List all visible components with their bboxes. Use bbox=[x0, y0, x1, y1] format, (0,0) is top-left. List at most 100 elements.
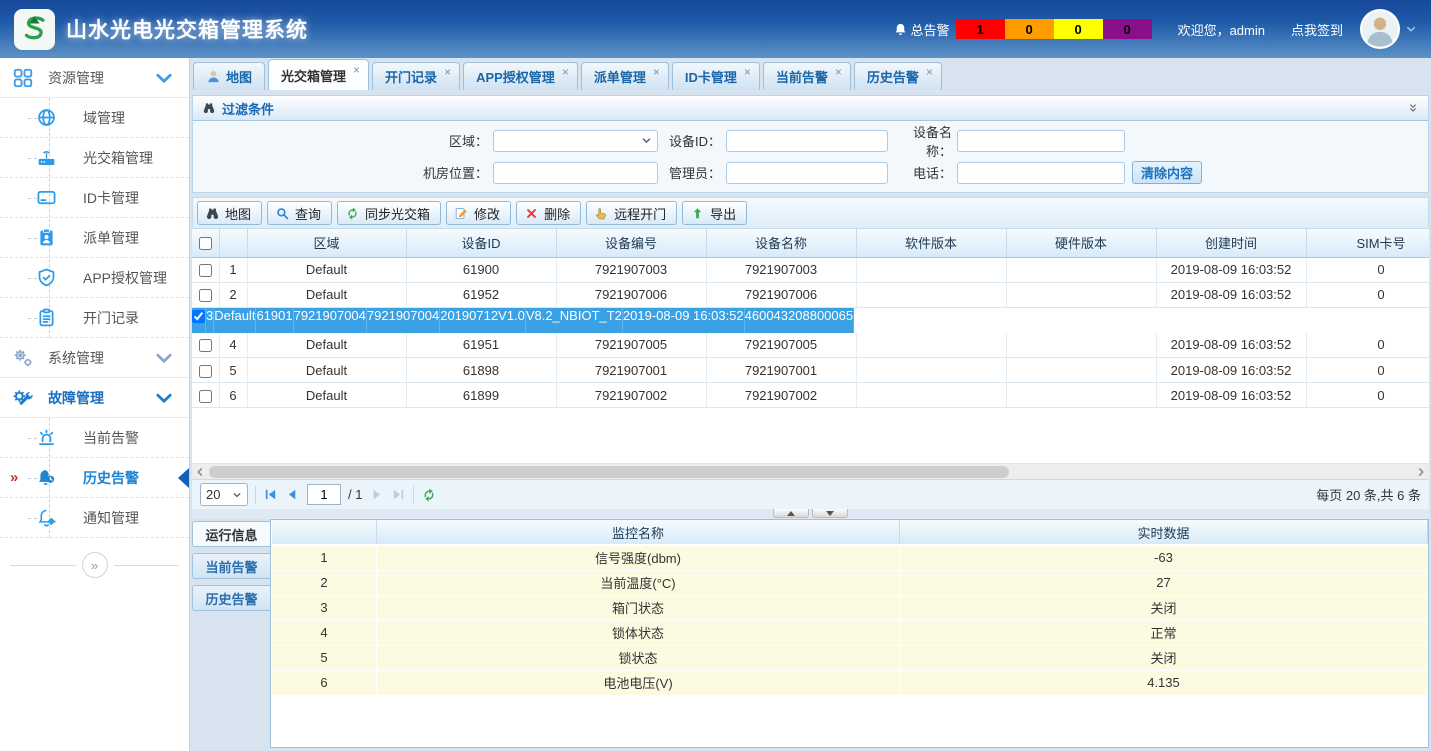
column-header[interactable]: 区域 bbox=[247, 229, 406, 257]
sidebar-group: 故障管理当前告警»历史告警通知管理 bbox=[0, 378, 189, 538]
table-cell: 2019-08-09 16:03:52 bbox=[1156, 282, 1306, 307]
page-number-input[interactable] bbox=[307, 484, 341, 505]
column-header[interactable]: SIM卡号 bbox=[1306, 229, 1429, 257]
table-cell bbox=[856, 257, 1006, 282]
active-marker-icon: » bbox=[10, 469, 18, 486]
refresh-button[interactable] bbox=[421, 487, 437, 503]
table-header-row: 区域设备ID设备编号设备名称软件版本硬件版本创建时间SIM卡号 bbox=[192, 229, 1429, 257]
next-page-button[interactable] bbox=[369, 487, 384, 502]
sync-cabinet-button[interactable]: 同步光交箱 bbox=[337, 201, 441, 225]
tab-app-auth-management[interactable]: APP授权管理× bbox=[463, 62, 578, 90]
tab-close-icon[interactable]: × bbox=[562, 65, 569, 79]
tab-close-icon[interactable]: × bbox=[444, 65, 451, 79]
export-button[interactable]: 导出 bbox=[682, 201, 747, 225]
run-info-tab[interactable]: 运行信息 bbox=[192, 521, 270, 547]
current-alarm-tab[interactable]: 当前告警 bbox=[192, 553, 270, 579]
delete-button[interactable]: 删除 bbox=[516, 201, 581, 225]
tab-close-icon[interactable]: × bbox=[353, 63, 360, 77]
manager-input[interactable] bbox=[726, 162, 888, 184]
filter-form: 区域：设备ID：设备名称：机房位置：管理员：电话：清除内容 bbox=[193, 121, 1428, 192]
table-row[interactable]: 4Default61951792190700579219070052019-08… bbox=[192, 333, 1429, 358]
tab-close-icon[interactable]: × bbox=[926, 65, 933, 79]
column-header[interactable]: 硬件版本 bbox=[1006, 229, 1156, 257]
region-select[interactable] bbox=[493, 130, 658, 152]
map-button[interactable]: 地图 bbox=[197, 201, 262, 225]
device-name-input[interactable] bbox=[957, 130, 1125, 152]
sidebar-item-id-card-management[interactable]: ID卡管理 bbox=[0, 178, 189, 218]
modify-button[interactable]: 修改 bbox=[446, 201, 511, 225]
table-cell: Default bbox=[247, 333, 406, 358]
column-header[interactable]: 设备ID bbox=[406, 229, 556, 257]
prev-page-button[interactable] bbox=[285, 487, 300, 502]
avatar[interactable] bbox=[1359, 8, 1401, 50]
remote-open-icon bbox=[594, 206, 609, 221]
tab-map[interactable]: 地图 bbox=[193, 62, 265, 90]
sidebar-item-dispatch-management[interactable]: 派单管理 bbox=[0, 218, 189, 258]
sidebar-item-notification-management[interactable]: 通知管理 bbox=[0, 498, 189, 538]
tab-cabinet-management[interactable]: 光交箱管理 × bbox=[268, 59, 369, 90]
device-id-input[interactable] bbox=[726, 130, 888, 152]
tab-history-alarm[interactable]: 历史告警× bbox=[854, 62, 942, 90]
last-page-button[interactable] bbox=[391, 487, 406, 502]
history-alarm-tab[interactable]: 历史告警 bbox=[192, 585, 270, 611]
tab-open-door-records[interactable]: 开门记录× bbox=[372, 62, 460, 90]
table-cell: 2019-08-09 16:03:52 bbox=[1156, 358, 1306, 383]
tab-close-icon[interactable]: × bbox=[744, 65, 751, 79]
scroll-left-icon[interactable] bbox=[193, 465, 207, 479]
row-checkbox[interactable] bbox=[192, 310, 205, 323]
scrollbar-thumb[interactable] bbox=[209, 466, 1009, 478]
sidebar-item-current-alarm[interactable]: 当前告警 bbox=[0, 418, 189, 458]
row-checkbox[interactable] bbox=[199, 289, 212, 302]
alarm-badge-major[interactable]: 0 bbox=[1005, 19, 1054, 39]
table-row[interactable]: 2Default61952792190700679219070062019-08… bbox=[192, 282, 1429, 307]
column-header[interactable]: 软件版本 bbox=[856, 229, 1006, 257]
sidebar-item-app-auth-management[interactable]: APP授权管理 bbox=[0, 258, 189, 298]
column-header[interactable]: 创建时间 bbox=[1156, 229, 1306, 257]
column-header[interactable]: 设备编号 bbox=[556, 229, 706, 257]
filter-label: 电话： bbox=[888, 163, 957, 182]
sidebar-section-resource-management[interactable]: 资源管理 bbox=[0, 58, 189, 98]
column-header[interactable]: 设备名称 bbox=[706, 229, 856, 257]
clear-content-button[interactable]: 清除内容 bbox=[1132, 161, 1202, 184]
splitter-collapse-up-handle[interactable] bbox=[773, 509, 809, 518]
table-row[interactable]: 3Default61901792190700479219070042019071… bbox=[192, 308, 854, 333]
remote-open-button[interactable]: 远程开门 bbox=[586, 201, 677, 225]
query-button[interactable]: 查询 bbox=[267, 201, 332, 225]
alarm-badge-minor[interactable]: 0 bbox=[1054, 19, 1103, 39]
signin-link[interactable]: 点我签到 bbox=[1291, 20, 1343, 39]
tab-current-alarm[interactable]: 当前告警× bbox=[763, 62, 851, 90]
sidebar-item-domain-management[interactable]: 域管理 bbox=[0, 98, 189, 138]
phone-input[interactable] bbox=[957, 162, 1125, 184]
row-checkbox[interactable] bbox=[199, 365, 212, 378]
sidebar-item-open-door-records[interactable]: 开门记录 bbox=[0, 298, 189, 338]
table-row[interactable]: 5Default61898792190700179219070012019-08… bbox=[192, 358, 1429, 383]
splitter-collapse-down-handle[interactable] bbox=[812, 509, 848, 518]
alarm-badge-warning[interactable]: 0 bbox=[1103, 19, 1152, 39]
tab-id-card-management[interactable]: ID卡管理× bbox=[672, 62, 760, 90]
row-checkbox[interactable] bbox=[199, 339, 212, 352]
room-location-input[interactable] bbox=[493, 162, 658, 184]
horizontal-scrollbar[interactable] bbox=[192, 463, 1429, 479]
tab-close-icon[interactable]: × bbox=[835, 65, 842, 79]
avatar-chevron-down-icon[interactable] bbox=[1405, 23, 1417, 35]
page-size-select[interactable]: 20 bbox=[200, 483, 248, 506]
sidebar-item-cabinet-management[interactable]: 光交箱管理 bbox=[0, 138, 189, 178]
scroll-right-icon[interactable] bbox=[1414, 465, 1428, 479]
row-checkbox[interactable] bbox=[199, 390, 212, 403]
first-page-button[interactable] bbox=[263, 487, 278, 502]
tab-close-icon[interactable]: × bbox=[653, 65, 660, 79]
select-all-checkbox[interactable] bbox=[199, 237, 212, 250]
alarm-badge-critical[interactable]: 1 bbox=[956, 19, 1005, 39]
sidebar-section-fault-management[interactable]: 故障管理 bbox=[0, 378, 189, 418]
sidebar-item-history-alarm[interactable]: »历史告警 bbox=[0, 458, 189, 498]
table-row[interactable]: 6Default61899792190700279219070022019-08… bbox=[192, 383, 1429, 408]
table-cell: 7921907006 bbox=[556, 282, 706, 307]
filter-collapse-icon[interactable] bbox=[1407, 102, 1419, 114]
tab-label: 光交箱管理 bbox=[281, 66, 346, 85]
sidebar-collapse-button[interactable]: » bbox=[82, 552, 108, 578]
tab-label: 地图 bbox=[226, 67, 252, 86]
tab-dispatch-management[interactable]: 派单管理× bbox=[581, 62, 669, 90]
row-checkbox[interactable] bbox=[199, 264, 212, 277]
sidebar-section-system-management[interactable]: 系统管理 bbox=[0, 338, 189, 378]
table-row[interactable]: 1Default61900792190700379219070032019-08… bbox=[192, 257, 1429, 282]
